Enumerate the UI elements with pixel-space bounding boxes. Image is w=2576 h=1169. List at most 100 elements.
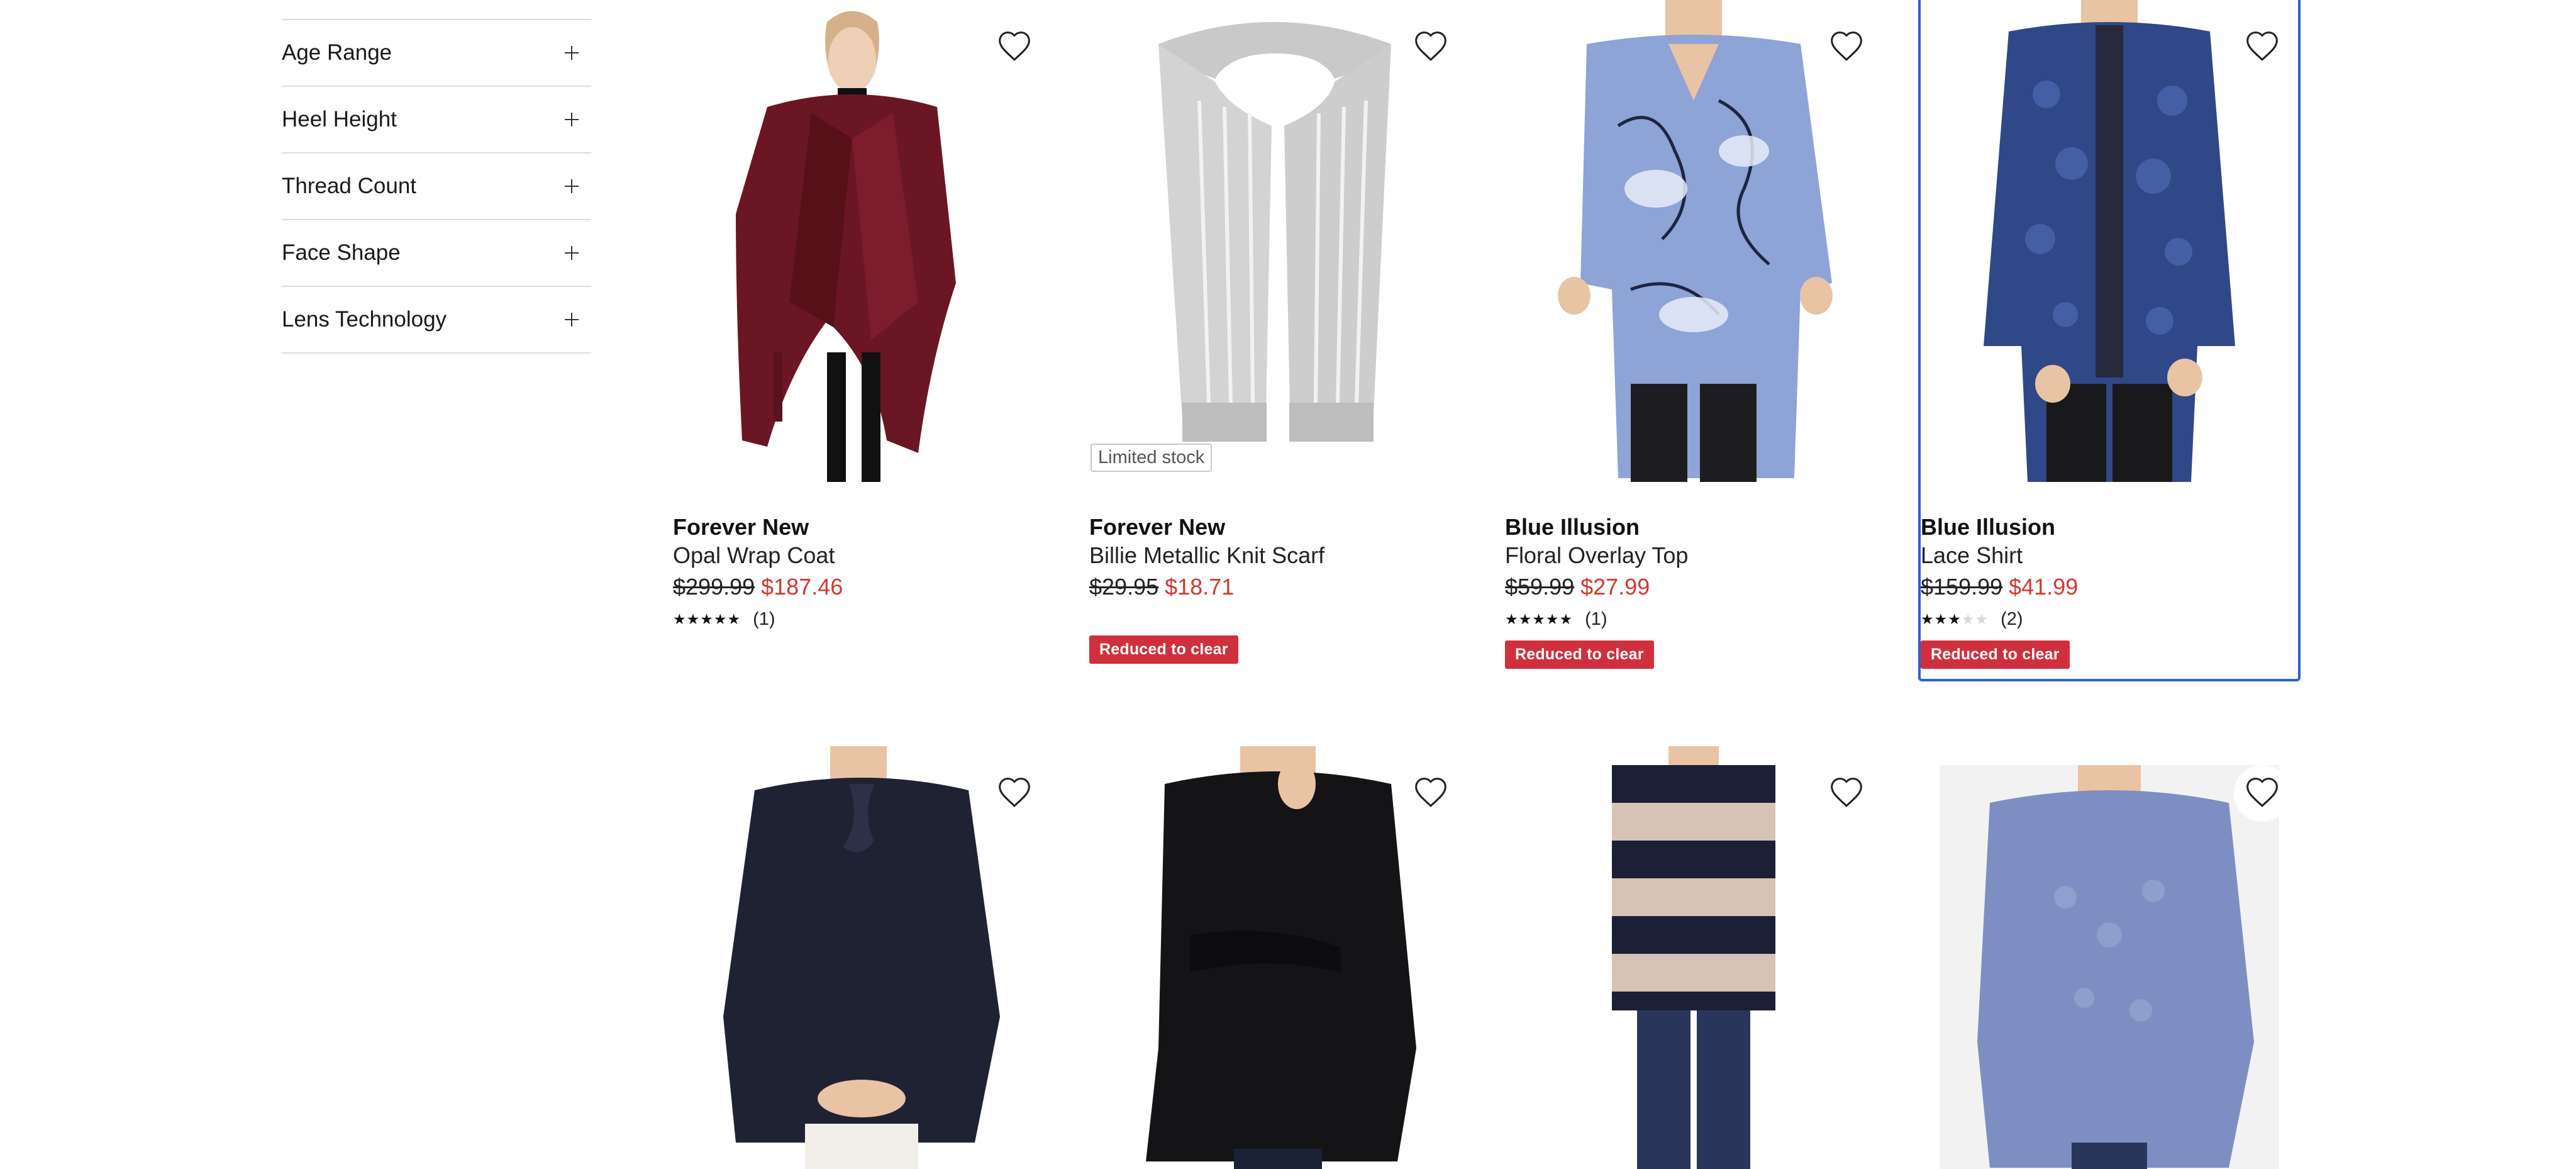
product-image[interactable] [1505,0,1882,482]
heart-outline-icon [999,778,1030,807]
filter-label: Face Shape [282,240,401,265]
star-icon: ★ [727,610,741,627]
product-brand: Blue Illusion [1505,514,1640,540]
wishlist-button[interactable] [986,765,1043,822]
star-icon: ★ [1975,610,1989,627]
sale-price: $27.99 [1580,574,1650,600]
star-icon: ★ [686,610,700,627]
product-card[interactable]: Blue Illusion Lace Shirt $159.99 $41.99 ★… [1918,0,2301,681]
product-name[interactable]: Billie Metallic Knit Scarf [1089,541,1467,570]
star-rating: ★ ★ ★ ★ ★ [673,612,740,627]
product-prices: $29.95 $18.71 [1089,570,1467,604]
lace-shirt-photo [1984,0,2235,482]
product-card[interactable]: Limited stock Forever New Billie Metalli… [1089,0,1467,664]
sale-price: $41.99 [2009,574,2079,600]
heart-outline-icon [1415,778,1446,807]
product-image[interactable] [1089,746,1467,1169]
wishlist-button[interactable] [1818,765,1875,822]
product-card[interactable]: Blue Illusion Floral Overlay Top $59.99 $… [1505,0,1882,669]
reduced-to-clear-badge: Reduced to clear [1089,635,1238,664]
plus-icon[interactable] [565,46,579,60]
floral-top-photo [1558,0,1833,482]
wishlist-button[interactable] [2234,19,2290,76]
product-image[interactable] [673,746,1050,1169]
rating-count: (1) [753,608,775,629]
product-name[interactable]: Opal Wrap Coat [673,541,1050,570]
filter-thread-count[interactable]: Thread Count [282,154,591,220]
product-prices: $59.99 $27.99 [1505,570,1882,604]
original-price: $29.95 [1089,574,1159,600]
filter-label: Thread Count [282,174,417,198]
wishlist-button[interactable] [1818,19,1875,76]
filter-lens-technology[interactable]: Lens Technology [282,287,591,354]
product-brand: Forever New [673,514,809,540]
product-prices: $159.99 $41.99 [1921,570,2298,604]
wishlist-button[interactable] [1402,19,1459,76]
product-name[interactable]: Floral Overlay Top [1505,541,1882,570]
product-brand: Forever New [1089,514,1226,540]
star-icon: ★ [700,610,713,627]
star-icon: ★ [1921,610,1934,627]
product-image[interactable] [1505,746,1882,1169]
product-image[interactable]: Limited stock [1089,0,1467,482]
heart-outline-icon [999,31,1030,61]
rating-count: (2) [2001,608,2023,629]
filter-label: Lens Technology [282,307,447,332]
product-image[interactable] [1921,746,2298,1169]
filter-age-range[interactable]: Age Range [282,20,591,87]
scarf-photo [1158,22,1391,442]
plus-icon[interactable] [565,113,579,126]
star-icon: ★ [673,610,686,627]
original-price: $299.99 [673,574,755,600]
rating: ★ ★ ★ ★ ★ (1) [1505,607,1882,632]
star-rating: ★ ★ ★ ★ ★ [1505,612,1572,627]
plus-icon[interactable] [565,246,579,260]
heart-outline-icon [1831,778,1862,807]
filter-sidebar: Age Range Heel Height Thread Count Face … [282,19,591,354]
product-card[interactable]: Forever New Opal Wrap Coat $299.99 $187.4… [673,0,1050,632]
coat-photo [736,11,956,482]
heart-outline-icon [2246,778,2278,807]
product-image[interactable] [673,0,1050,482]
product-card[interactable] [1089,746,1467,1169]
star-icon: ★ [1934,610,1948,627]
product-card[interactable] [1505,746,1882,1169]
filter-label: Heel Height [282,107,397,131]
star-icon: ★ [1505,610,1518,627]
star-rating: ★ ★ ★ ★ ★ [1921,612,1988,627]
product-card[interactable] [673,746,1050,1169]
star-icon: ★ [1961,610,1975,627]
star-icon: ★ [1545,610,1559,627]
rating: ★ ★ ★ ★ ★ (2) [1921,607,2298,632]
product-image[interactable] [1921,0,2298,482]
wishlist-button[interactable] [2234,765,2290,822]
wishlist-button[interactable] [986,19,1043,76]
filter-label: Age Range [282,40,392,65]
rating-count: (1) [1585,608,1607,629]
original-price: $59.99 [1505,574,1575,600]
plus-icon[interactable] [565,313,579,327]
star-icon: ★ [713,610,727,627]
wishlist-button[interactable] [1402,765,1459,822]
product-prices: $299.99 $187.46 [673,570,1050,604]
product-brand: Blue Illusion [1921,514,2056,540]
star-icon: ★ [1948,610,1961,627]
star-icon: ★ [1532,610,1545,627]
filter-heel-height[interactable]: Heel Height [282,87,591,154]
filter-face-shape[interactable]: Face Shape [282,220,591,287]
original-price: $159.99 [1921,574,2003,600]
sale-price: $187.46 [761,574,843,600]
star-icon: ★ [1559,610,1573,627]
sale-price: $18.71 [1165,574,1235,600]
rating: ★ ★ ★ ★ ★ (1) [673,607,1050,632]
reduced-to-clear-badge: Reduced to clear [1505,640,1654,669]
product-card[interactable] [1921,746,2298,1169]
heart-outline-icon [2246,31,2278,61]
product-name[interactable]: Lace Shirt [1921,541,2298,570]
star-icon: ★ [1518,610,1532,627]
limited-stock-tag: Limited stock [1091,444,1213,472]
heart-outline-icon [1415,31,1446,61]
reduced-to-clear-badge: Reduced to clear [1921,640,2070,669]
heart-outline-icon [1831,31,1862,61]
plus-icon[interactable] [565,179,579,193]
